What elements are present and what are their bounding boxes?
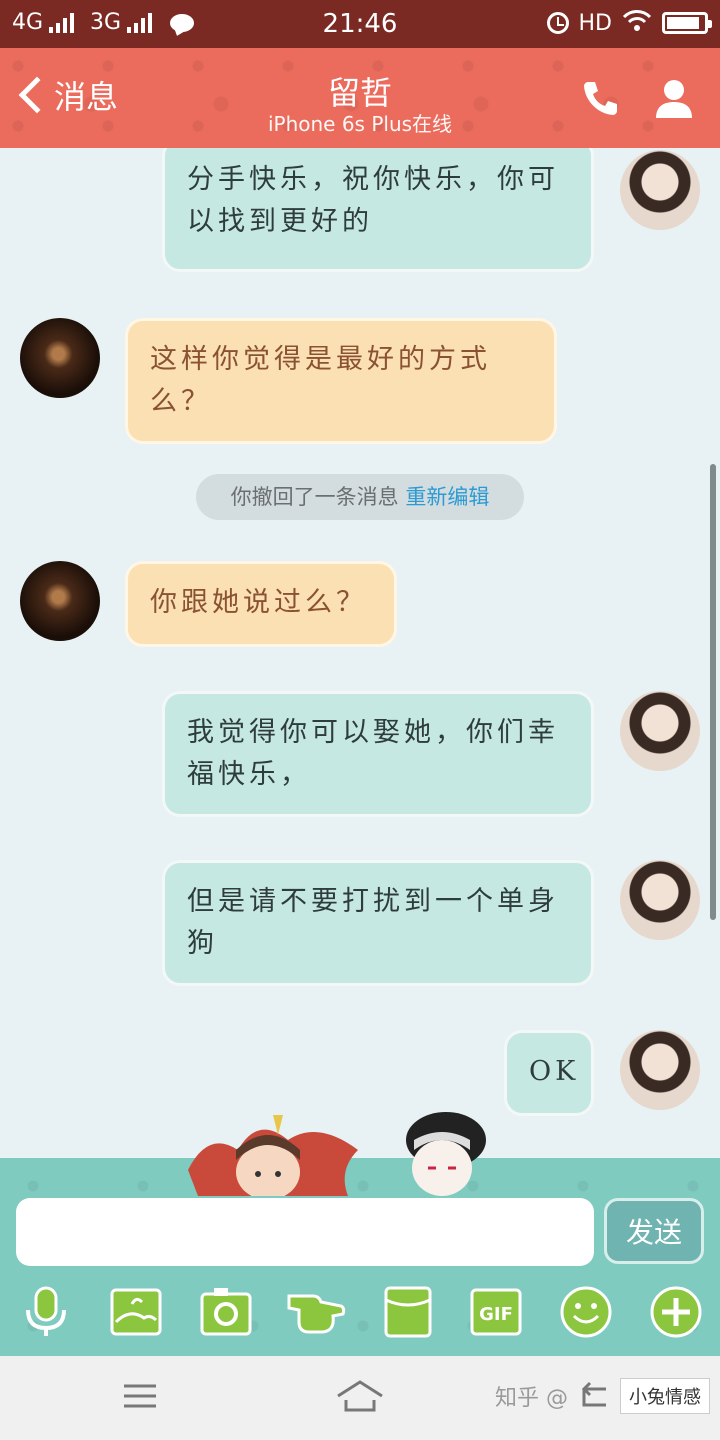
- emoji-icon[interactable]: [560, 1286, 612, 1338]
- chat-header: 消息 留哲 iPhone 6s Plus在线: [0, 48, 720, 148]
- plus-icon[interactable]: [650, 1286, 702, 1338]
- cartoon-boy-icon: [406, 1112, 486, 1196]
- recall-notice: 你撤回了一条消息 重新编辑: [196, 474, 524, 520]
- message-text: 分手快乐，祝你快乐，你可以找到更好的: [187, 164, 559, 237]
- image-icon[interactable]: [110, 1286, 162, 1338]
- message-text: 我觉得你可以娶她，你们幸福快乐，: [187, 717, 559, 790]
- watermark-logo: 小兔情感: [620, 1378, 710, 1414]
- watermark: 知乎 @ 小兔情感: [495, 1378, 710, 1414]
- gif-label: GIF: [479, 1304, 513, 1325]
- alarm-icon: [546, 12, 569, 34]
- message-text: 但是请不要打扰到一个单身狗: [187, 886, 559, 959]
- avatar[interactable]: [620, 860, 700, 940]
- camera-icon[interactable]: [200, 1286, 252, 1338]
- avatar[interactable]: [620, 691, 700, 771]
- wifi-icon: [622, 9, 652, 37]
- re-edit-link[interactable]: 重新编辑: [405, 485, 489, 509]
- microphone-icon[interactable]: [20, 1286, 72, 1338]
- chat-area[interactable]: 分手快乐，祝你快乐，你可以找到更好的 这样你觉得是最好的方式么？ 你撤回了一条消…: [0, 148, 720, 1158]
- composer: 发送 GIF: [0, 1112, 720, 1356]
- message-bubble-sent[interactable]: OK: [504, 1030, 594, 1116]
- folder-icon[interactable]: [382, 1286, 434, 1338]
- send-button[interactable]: 发送: [604, 1198, 704, 1264]
- scrollbar[interactable]: [710, 464, 716, 920]
- watermark-text: 知乎 @: [495, 1386, 568, 1411]
- user-icon[interactable]: [652, 76, 696, 120]
- avatar[interactable]: [20, 318, 100, 398]
- navigation-bar: 知乎 @ 小兔情感: [0, 1356, 720, 1440]
- status-bar: 4G 3G 21:46 HD: [0, 0, 720, 48]
- hd-indicator: HD: [578, 10, 612, 36]
- back-icon[interactable]: [576, 1381, 612, 1411]
- message-text: 你跟她说过么？: [150, 587, 367, 618]
- menu-icon[interactable]: [122, 1380, 158, 1416]
- message-bubble-sent[interactable]: 分手快乐，祝你快乐，你可以找到更好的: [162, 148, 594, 272]
- avatar[interactable]: [620, 150, 700, 230]
- message-input[interactable]: [16, 1198, 594, 1266]
- recall-text: 你撤回了一条消息: [230, 485, 399, 509]
- message-bubble-sent[interactable]: 我觉得你可以娶她，你们幸福快乐，: [162, 691, 594, 817]
- message-bubble-sent[interactable]: 但是请不要打扰到一个单身狗: [162, 860, 594, 986]
- message-bubble-received[interactable]: 这样你觉得是最好的方式么？: [125, 318, 557, 444]
- battery-icon: [662, 12, 712, 34]
- home-icon[interactable]: [336, 1380, 384, 1416]
- poke-icon[interactable]: [285, 1286, 347, 1338]
- message-text: OK: [529, 1056, 580, 1087]
- gif-icon[interactable]: GIF: [470, 1286, 522, 1338]
- avatar[interactable]: [620, 1030, 700, 1110]
- cartoon-character-icon: [188, 1115, 358, 1196]
- phone-icon[interactable]: [578, 76, 622, 120]
- avatar[interactable]: [20, 561, 100, 641]
- message-bubble-received[interactable]: 你跟她说过么？: [125, 561, 397, 647]
- message-text: 这样你觉得是最好的方式么？: [150, 344, 491, 417]
